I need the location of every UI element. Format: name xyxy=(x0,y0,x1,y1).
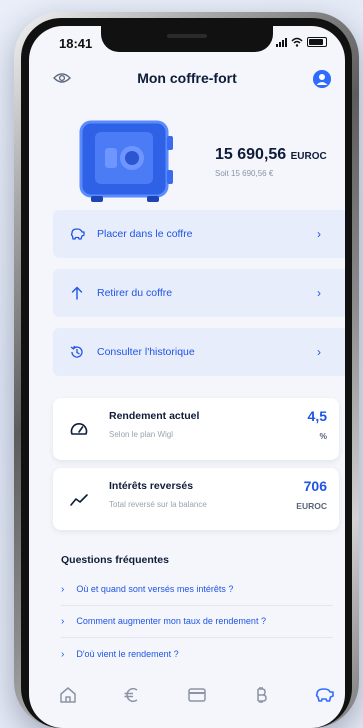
signal-icon xyxy=(276,37,287,47)
piggy-bank-icon[interactable] xyxy=(313,684,335,706)
history-icon xyxy=(70,345,83,358)
chevron-right-icon: › xyxy=(61,648,65,660)
tab-bar xyxy=(29,676,345,728)
card-icon[interactable] xyxy=(186,684,208,706)
safe-icon xyxy=(79,120,173,202)
app-screen: 18:41 Mon coffre-fort 15 690,56 EUROC So… xyxy=(29,26,345,728)
user-icon[interactable] xyxy=(313,70,331,88)
chevron-right-icon: › xyxy=(317,345,321,359)
battery-icon xyxy=(307,37,327,47)
yield-value: 4,5 xyxy=(307,408,327,424)
faq-question: D'où vient le rendement ? xyxy=(76,649,179,659)
faq-question: Où et quand sont versés mes intérêts ? xyxy=(76,584,234,594)
wifi-icon xyxy=(291,37,303,47)
chevron-right-icon: › xyxy=(317,286,321,300)
piggy-bank-icon xyxy=(70,228,85,240)
balance-value: 15 690,56 xyxy=(215,146,287,163)
yield-card[interactable]: Rendement actuel Selon le plan Wigl 4,5 … xyxy=(53,398,339,460)
chevron-right-icon: › xyxy=(61,583,65,595)
speaker xyxy=(167,34,207,38)
faq-title: Questions fréquentes xyxy=(61,554,169,566)
bitcoin-icon[interactable] xyxy=(250,684,272,706)
action-history-label: Consulter l'historique xyxy=(97,346,195,358)
arrow-up-icon xyxy=(71,286,83,300)
home-icon[interactable] xyxy=(57,684,79,706)
action-withdraw-label: Retirer du coffre xyxy=(97,287,173,299)
action-deposit-button[interactable]: Placer dans le coffre › xyxy=(53,210,345,258)
chevron-right-icon: › xyxy=(61,615,65,627)
action-history-button[interactable]: Consulter l'historique › xyxy=(53,328,345,376)
interest-card[interactable]: Intérêts reversés Total reversé sur la b… xyxy=(53,468,339,530)
status-time: 18:41 xyxy=(59,36,93,51)
yield-title: Rendement actuel xyxy=(109,410,200,422)
yield-unit: % xyxy=(319,431,327,441)
yield-subtitle: Selon le plan Wigl xyxy=(109,430,174,439)
faq-item[interactable]: › Comment augmenter mon taux de rendemen… xyxy=(61,610,333,632)
divider xyxy=(61,637,333,638)
faq-item[interactable]: › D'où vient le rendement ? xyxy=(61,643,333,665)
action-deposit-label: Placer dans le coffre xyxy=(97,228,193,240)
page-title: Mon coffre-fort xyxy=(137,70,237,86)
trend-chart-icon xyxy=(70,494,88,506)
interest-subtitle: Total reversé sur la balance xyxy=(109,500,207,509)
divider xyxy=(61,605,333,606)
balance-subtitle: Soit 15 690,56 € xyxy=(215,169,274,178)
interest-value: 706 xyxy=(303,478,327,494)
interest-unit: EUROC xyxy=(296,501,327,511)
faq-item[interactable]: › Où et quand sont versés mes intérêts ? xyxy=(61,578,333,600)
interest-title: Intérêts reversés xyxy=(109,480,194,492)
balance-currency: EUROC xyxy=(290,151,327,162)
balance-amount: 15 690,56 EUROC xyxy=(215,146,327,164)
action-withdraw-button[interactable]: Retirer du coffre › xyxy=(53,269,345,317)
notch xyxy=(101,26,273,52)
chevron-right-icon: › xyxy=(317,227,321,241)
speedometer-icon xyxy=(70,423,88,435)
status-icons xyxy=(276,37,327,47)
faq-question: Comment augmenter mon taux de rendement … xyxy=(76,616,266,626)
euro-icon[interactable] xyxy=(121,684,143,706)
